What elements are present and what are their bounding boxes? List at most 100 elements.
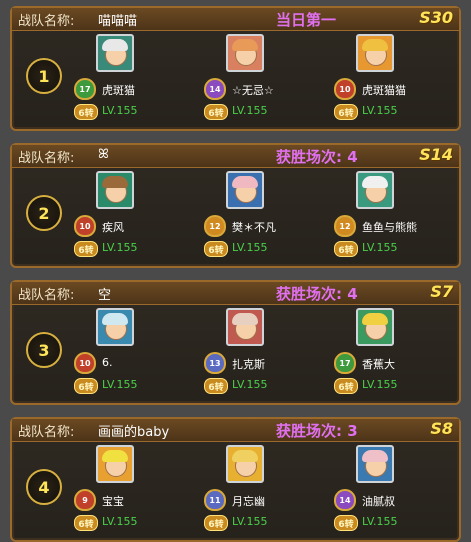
character-avatar-icon[interactable] [226, 308, 264, 346]
team-card-header: 战队名称: 空 获胜场次: 4 S7 [12, 282, 459, 305]
vip-level-icon: 12 [332, 215, 358, 237]
player-name: 扎克斯 [232, 358, 265, 371]
player-name: 虎斑猫 [102, 84, 135, 97]
rebirth-badge: 6转 [204, 104, 228, 120]
character-avatar-icon[interactable] [226, 34, 264, 72]
team-name: ꕤ [98, 147, 109, 162]
rebirth-badge: 6转 [204, 378, 228, 394]
rebirth-badge: 6转 [204, 241, 228, 257]
team-member[interactable]: 14 油腻叔 6转 LV.155 [332, 445, 462, 541]
team-member[interactable]: 14 ☆无忌☆ 6转 LV.155 [202, 34, 332, 130]
rebirth-badge: 6转 [204, 515, 228, 531]
player-level: LV.155 [102, 104, 138, 117]
avatar-hair [362, 39, 388, 51]
player-name: 香蕉大 [362, 358, 395, 371]
server-tag: S14 [419, 145, 453, 164]
avatar-hair [102, 313, 128, 325]
team-member[interactable]: 10 虎斑猫猫 6转 LV.155 [332, 34, 462, 130]
vip-shield: 14 [334, 489, 356, 511]
win-count-text: 获胜场次: 4 [276, 148, 358, 166]
team-card[interactable]: 战队名称: ꕤ 获胜场次: 4 S14 2 10 疾风 6转 LV.155 12 樊＊不凡 6转 LV.… [10, 143, 461, 268]
avatar-hair [362, 450, 388, 462]
character-avatar-icon[interactable] [96, 445, 134, 483]
player-name: 月忘幽 [232, 495, 265, 508]
avatar-hair [232, 313, 258, 325]
avatar-hair [232, 176, 258, 188]
vip-level-icon: 9 [72, 489, 98, 511]
character-avatar-icon[interactable] [356, 445, 394, 483]
vip-shield: 17 [334, 352, 356, 374]
team-member[interactable]: 17 香蕉大 6转 LV.155 [332, 308, 462, 404]
rebirth-badge: 6转 [334, 378, 358, 394]
team-member[interactable]: 10 疾风 6转 LV.155 [72, 171, 202, 267]
player-name: 宝宝 [102, 495, 124, 508]
player-name: 虎斑猫猫 [362, 84, 406, 97]
rank-badge: 1 [26, 58, 62, 94]
team-member[interactable]: 12 樊＊不凡 6转 LV.155 [202, 171, 332, 267]
vip-level-icon: 14 [332, 489, 358, 511]
vip-shield: 14 [204, 78, 226, 100]
team-card[interactable]: 战队名称: 画画的baby 获胜场次: 3 S8 4 9 宝宝 6转 LV.155 11 月忘幽 6转… [10, 417, 461, 542]
vip-level-icon: 11 [202, 489, 228, 511]
vip-level-icon: 17 [72, 78, 98, 100]
avatar-hair [362, 313, 388, 325]
vip-shield: 12 [334, 215, 356, 237]
team-name-label: 战队名称: [18, 151, 75, 166]
vip-level-icon: 14 [202, 78, 228, 100]
win-count-text: 当日第一 [276, 11, 337, 29]
character-avatar-icon[interactable] [356, 308, 394, 346]
player-level: LV.155 [102, 241, 138, 254]
rank-badge: 3 [26, 332, 62, 368]
vip-shield: 9 [74, 489, 96, 511]
team-name-label: 战队名称: [18, 425, 75, 440]
win-count-text: 获胜场次: 3 [276, 422, 358, 440]
team-member[interactable]: 13 扎克斯 6转 LV.155 [202, 308, 332, 404]
team-card[interactable]: 战队名称: 喵喵喵 当日第一 S30 1 17 虎斑猫 6转 LV.155 14 ☆无忌☆ 6转 LV.… [10, 6, 461, 131]
avatar-hair [102, 176, 128, 188]
character-avatar-icon[interactable] [96, 308, 134, 346]
rank-badge: 2 [26, 195, 62, 231]
player-name: ☆无忌☆ [232, 84, 274, 97]
player-name: 6. [102, 356, 113, 369]
character-avatar-icon[interactable] [96, 34, 134, 72]
player-level: LV.155 [362, 104, 398, 117]
player-name: 疾风 [102, 221, 124, 234]
player-name: 鱼鱼与熊熊 [362, 221, 417, 234]
rebirth-badge: 6转 [74, 241, 98, 257]
team-member[interactable]: 10 6. 6转 LV.155 [72, 308, 202, 404]
character-avatar-icon[interactable] [226, 445, 264, 483]
vip-shield: 11 [204, 489, 226, 511]
team-member[interactable]: 11 月忘幽 6转 LV.155 [202, 445, 332, 541]
vip-level-icon: 10 [332, 78, 358, 100]
character-avatar-icon[interactable] [96, 171, 134, 209]
vip-level-icon: 17 [332, 352, 358, 374]
character-avatar-icon[interactable] [356, 34, 394, 72]
avatar-hair [102, 39, 128, 51]
team-card[interactable]: 战队名称: 空 获胜场次: 4 S7 3 10 6. 6转 LV.155 13 扎克斯 6转 LV.15… [10, 280, 461, 405]
vip-shield: 12 [204, 215, 226, 237]
rebirth-badge: 6转 [334, 515, 358, 531]
server-tag: S8 [430, 419, 453, 438]
team-name: 空 [98, 288, 112, 303]
team-member[interactable]: 12 鱼鱼与熊熊 6转 LV.155 [332, 171, 462, 267]
team-member[interactable]: 9 宝宝 6转 LV.155 [72, 445, 202, 541]
player-level: LV.155 [102, 378, 138, 391]
team-name: 画画的baby [98, 425, 170, 440]
vip-shield: 17 [74, 78, 96, 100]
player-name: 樊＊不凡 [232, 221, 276, 234]
vip-level-icon: 13 [202, 352, 228, 374]
vip-shield: 10 [74, 352, 96, 374]
vip-level-icon: 12 [202, 215, 228, 237]
team-member[interactable]: 17 虎斑猫 6转 LV.155 [72, 34, 202, 130]
vip-level-icon: 10 [72, 352, 98, 374]
team-card-header: 战队名称: ꕤ 获胜场次: 4 S14 [12, 145, 459, 168]
character-avatar-icon[interactable] [356, 171, 394, 209]
server-tag: S7 [430, 282, 453, 301]
avatar-hair [232, 39, 258, 51]
team-name-label: 战队名称: [18, 14, 75, 29]
rank-badge: 4 [26, 469, 62, 505]
player-level: LV.155 [362, 378, 398, 391]
team-card-header: 战队名称: 喵喵喵 当日第一 S30 [12, 8, 459, 31]
vip-shield: 10 [74, 215, 96, 237]
character-avatar-icon[interactable] [226, 171, 264, 209]
